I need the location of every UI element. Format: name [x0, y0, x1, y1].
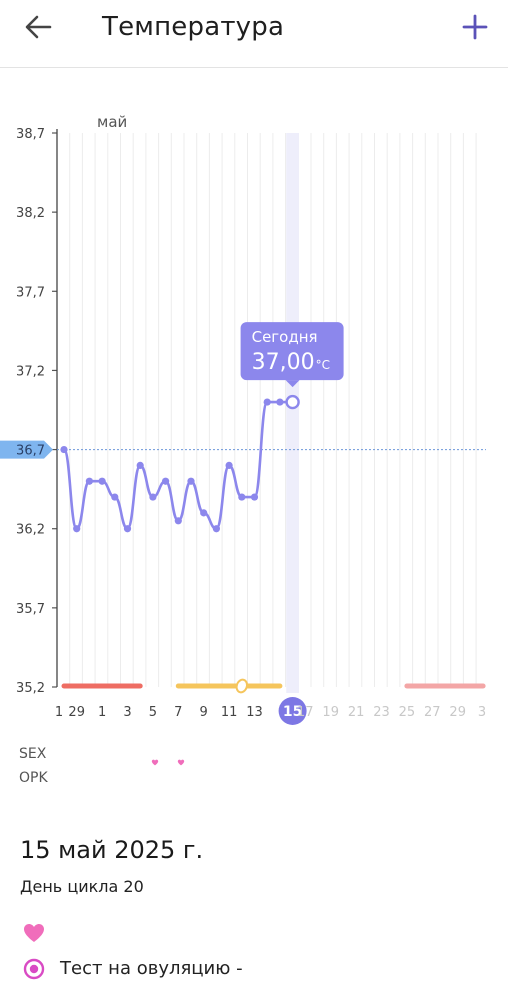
x-tick-label: 27 — [424, 705, 441, 720]
y-tick-label: 38,7 — [16, 127, 45, 142]
temperature-point — [60, 445, 68, 454]
tooltip-value: 37,00 — [252, 350, 315, 375]
y-tick-label: 35,7 — [16, 602, 45, 617]
x-tick-label: 19 — [322, 705, 339, 720]
x-tick-label: 11 — [221, 705, 238, 720]
temperature-chart[interactable]: 38,7 38,2 37,7 37,2 36,2 35,7 35,2 май 36,7 Сегод… — [0, 100, 508, 740]
plus-icon — [462, 14, 488, 40]
temperature-point — [149, 493, 157, 501]
tooltip-unit: °C — [316, 358, 330, 372]
heart-icon[interactable] — [22, 922, 46, 944]
x-tick-label: 7 — [174, 705, 182, 720]
temperature-point — [225, 461, 233, 469]
opk-row-label: OPK — [19, 770, 48, 786]
x-tick-label: 17 — [297, 705, 314, 720]
y-tick-label: 37,2 — [16, 364, 45, 379]
temperature-point — [111, 493, 119, 501]
sex-heart-icon — [151, 751, 159, 770]
temperature-line — [62, 400, 293, 531]
temperature-point — [136, 461, 144, 469]
temperature-point — [212, 525, 220, 533]
arrow-left-icon — [25, 15, 52, 39]
add-button[interactable] — [456, 8, 494, 46]
x-tick-label: 25 — [399, 705, 416, 720]
temperature-point — [73, 525, 81, 533]
ovulation-marker — [235, 678, 248, 694]
y-tick-label: 35,2 — [16, 681, 45, 696]
x-tick-label: 23 — [373, 705, 390, 720]
sex-row-label: SEX — [19, 746, 47, 762]
temperature-point — [98, 477, 106, 485]
temperature-point — [263, 398, 271, 406]
ovulation-test-text: Тест на овуляцию - — [60, 958, 243, 979]
x-tick-label: 5 — [149, 705, 157, 720]
x-tick-label: 1 — [55, 705, 63, 720]
selected-date: 15 май 2025 г. — [20, 836, 204, 864]
top-bar: Температура — [0, 0, 508, 68]
temperature-point — [238, 493, 246, 501]
temperature-point — [174, 517, 182, 525]
back-button[interactable] — [18, 10, 58, 46]
chart-svg: 38,7 38,2 37,7 37,2 36,2 35,7 35,2 май 36,7 Сегод… — [0, 113, 486, 725]
reference-label: 36,7 — [16, 444, 45, 459]
month-label: май — [97, 113, 127, 131]
temperature-point — [85, 477, 93, 485]
today-point — [285, 394, 300, 410]
y-tick-label: 38,2 — [16, 206, 45, 221]
x-tick-label: 13 — [246, 705, 263, 720]
x-tick-label: 29 — [68, 705, 85, 720]
temperature-point — [123, 525, 132, 533]
y-tick-label: 36,2 — [16, 523, 45, 538]
cycle-day: День цикла 20 — [20, 877, 144, 896]
y-tick-label: 37,7 — [16, 285, 45, 300]
x-tick-label: 3 — [123, 705, 131, 720]
today-column — [286, 133, 299, 693]
x-tick-label: 1 — [98, 705, 106, 720]
x-tick-label: 29 — [449, 705, 466, 720]
ovulation-test-icon[interactable] — [22, 957, 46, 981]
temperature-point — [276, 398, 284, 406]
sex-heart-icon — [177, 751, 185, 770]
tooltip-title: Сегодня — [252, 328, 318, 346]
temperature-point — [250, 493, 259, 501]
temperature-point — [187, 477, 195, 485]
temperature-point — [200, 509, 208, 517]
x-tick-label: 9 — [200, 705, 208, 720]
x-tick-label: 21 — [348, 705, 365, 720]
x-tick-label: 3 — [478, 705, 486, 720]
temperature-point — [162, 477, 170, 485]
page-title: Температура — [102, 12, 285, 42]
